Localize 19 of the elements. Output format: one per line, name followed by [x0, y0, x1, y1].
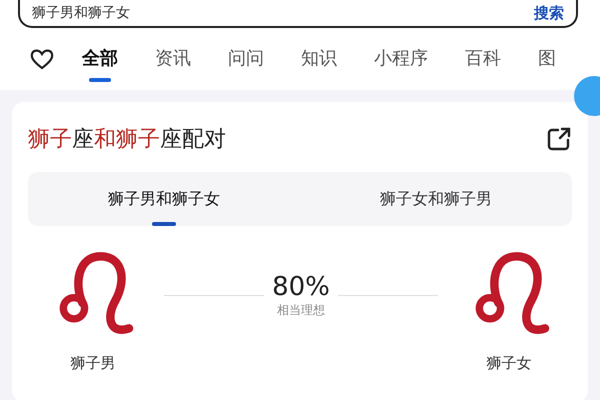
category-tab[interactable]: 资讯	[155, 38, 191, 80]
card-title: 狮子座和狮子座配对	[28, 126, 226, 154]
sign-name: 狮子女	[486, 354, 532, 373]
pairing-tab[interactable]: 狮子男和狮子女	[28, 172, 300, 226]
search-field[interactable]: 狮子男和狮子女 搜索	[18, 0, 578, 28]
search-button[interactable]: 搜索	[534, 4, 564, 22]
category-tab[interactable]: 图	[538, 38, 556, 80]
heart-icon[interactable]	[30, 48, 54, 70]
search-text: 狮子男和狮子女	[32, 4, 131, 22]
share-icon[interactable]	[546, 126, 572, 152]
sign-name: 狮子男	[70, 354, 116, 373]
match-percent: 80%	[272, 272, 330, 302]
pairing-tab[interactable]: 狮子女和狮子男	[300, 172, 572, 226]
category-tab[interactable]: 小程序	[374, 38, 428, 80]
category-tab[interactable]: 百科	[465, 38, 501, 80]
category-tab[interactable]: 全部	[82, 38, 118, 80]
match-verdict: 相当理想	[276, 302, 325, 319]
category-tab[interactable]: 问问	[228, 38, 264, 80]
category-tab[interactable]: 知识	[301, 38, 337, 80]
